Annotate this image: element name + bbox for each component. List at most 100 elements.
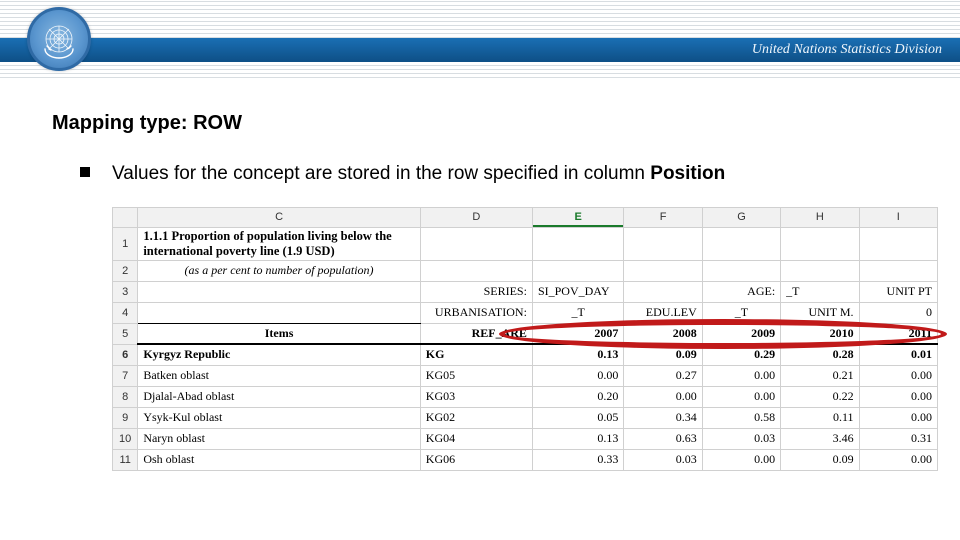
value-cell[interactable]: 0.00 (532, 365, 623, 386)
value-cell[interactable]: 0.22 (781, 386, 859, 407)
area-name[interactable]: Djalal-Abad oblast (138, 386, 420, 407)
value-cell[interactable]: 0.03 (624, 449, 702, 470)
col-header-D[interactable]: D (420, 207, 532, 227)
area-code[interactable]: KG06 (420, 449, 532, 470)
cell[interactable] (859, 260, 937, 281)
value-cell[interactable]: 0.11 (781, 407, 859, 428)
bullet-text: Values for the concept are stored in the… (112, 161, 725, 187)
row-number[interactable]: 11 (113, 449, 138, 470)
row-number[interactable]: 5 (113, 323, 138, 344)
edulev-label[interactable]: EDU.LEV (624, 302, 702, 323)
value-cell[interactable]: 0.03 (702, 428, 780, 449)
cell[interactable] (624, 281, 702, 302)
value-cell[interactable]: 0.01 (859, 344, 937, 365)
value-cell[interactable]: 3.46 (781, 428, 859, 449)
edulev-value[interactable]: _T (702, 302, 780, 323)
year-2011[interactable]: 2011 (859, 323, 937, 344)
row-number[interactable]: 10 (113, 428, 138, 449)
cell[interactable] (532, 260, 623, 281)
value-cell[interactable]: 0.29 (702, 344, 780, 365)
value-cell[interactable]: 0.00 (702, 449, 780, 470)
cell[interactable] (532, 227, 623, 260)
unitm-value[interactable]: 0 (859, 302, 937, 323)
area-code[interactable]: KG05 (420, 365, 532, 386)
cell[interactable] (781, 227, 859, 260)
spreadsheet: C D E F G H I 1 1.1.1 Proportion of popu… (112, 207, 938, 471)
unitm-label[interactable]: UNIT M. (781, 302, 859, 323)
value-cell[interactable]: 0.27 (624, 365, 702, 386)
row-number[interactable]: 8 (113, 386, 138, 407)
value-cell[interactable]: 0.13 (532, 428, 623, 449)
urbanisation-value[interactable]: _T (532, 302, 623, 323)
value-cell[interactable]: 0.00 (859, 449, 937, 470)
urbanisation-label[interactable]: URBANISATION: (420, 302, 532, 323)
row-number[interactable]: 9 (113, 407, 138, 428)
area-name[interactable]: Naryn oblast (138, 428, 420, 449)
col-header-C[interactable]: C (138, 207, 420, 227)
items-header[interactable]: Items (138, 323, 420, 344)
cell[interactable] (138, 281, 420, 302)
row-number[interactable]: 4 (113, 302, 138, 323)
slide-body: Mapping type: ROW Values for the concept… (0, 78, 960, 471)
value-cell[interactable]: 0.63 (624, 428, 702, 449)
series-value[interactable]: SI_POV_DAY (532, 281, 623, 302)
value-cell[interactable]: 0.28 (781, 344, 859, 365)
area-code[interactable]: KG (420, 344, 532, 365)
row-number[interactable]: 6 (113, 344, 138, 365)
cell[interactable] (624, 260, 702, 281)
unit-pt[interactable]: UNIT PT (859, 281, 937, 302)
row-number[interactable]: 3 (113, 281, 138, 302)
col-header-E[interactable]: E (532, 207, 623, 227)
cell[interactable] (420, 260, 532, 281)
value-cell[interactable]: 0.33 (532, 449, 623, 470)
value-cell[interactable]: 0.00 (859, 365, 937, 386)
ref-area-header[interactable]: REF_ARE (420, 323, 532, 344)
area-name[interactable]: Osh oblast (138, 449, 420, 470)
value-cell[interactable]: 0.00 (624, 386, 702, 407)
year-2007[interactable]: 2007 (532, 323, 623, 344)
row-number[interactable]: 7 (113, 365, 138, 386)
value-cell[interactable]: 0.34 (624, 407, 702, 428)
value-cell[interactable]: 0.58 (702, 407, 780, 428)
col-header-G[interactable]: G (702, 207, 780, 227)
year-2008[interactable]: 2008 (624, 323, 702, 344)
cell[interactable] (420, 227, 532, 260)
value-cell[interactable]: 0.21 (781, 365, 859, 386)
age-value[interactable]: _T (781, 281, 859, 302)
year-2009[interactable]: 2009 (702, 323, 780, 344)
cell[interactable] (624, 227, 702, 260)
value-cell[interactable]: 0.05 (532, 407, 623, 428)
age-label[interactable]: AGE: (702, 281, 780, 302)
select-all-corner[interactable] (113, 207, 138, 227)
value-cell[interactable]: 0.00 (859, 407, 937, 428)
value-cell[interactable]: 0.20 (532, 386, 623, 407)
area-code[interactable]: KG03 (420, 386, 532, 407)
cell[interactable] (859, 227, 937, 260)
indicator-title-line1[interactable]: 1.1.1 Proportion of population living be… (138, 227, 420, 260)
area-code[interactable]: KG04 (420, 428, 532, 449)
col-header-F[interactable]: F (624, 207, 702, 227)
row-number[interactable]: 2 (113, 260, 138, 281)
spreadsheet-wrap: C D E F G H I 1 1.1.1 Proportion of popu… (112, 207, 952, 471)
cell[interactable] (781, 260, 859, 281)
cell[interactable] (138, 302, 420, 323)
area-name[interactable]: Kyrgyz Republic (138, 344, 420, 365)
value-cell[interactable]: 0.13 (532, 344, 623, 365)
value-cell[interactable]: 0.09 (624, 344, 702, 365)
area-name[interactable]: Batken oblast (138, 365, 420, 386)
year-2010[interactable]: 2010 (781, 323, 859, 344)
series-label[interactable]: SERIES: (420, 281, 532, 302)
cell[interactable] (702, 260, 780, 281)
indicator-subtitle[interactable]: (as a per cent to number of population) (138, 260, 420, 281)
cell[interactable] (702, 227, 780, 260)
value-cell[interactable]: 0.09 (781, 449, 859, 470)
row-number[interactable]: 1 (113, 227, 138, 260)
area-code[interactable]: KG02 (420, 407, 532, 428)
col-header-H[interactable]: H (781, 207, 859, 227)
col-header-I[interactable]: I (859, 207, 937, 227)
value-cell[interactable]: 0.00 (859, 386, 937, 407)
value-cell[interactable]: 0.31 (859, 428, 937, 449)
value-cell[interactable]: 0.00 (702, 386, 780, 407)
value-cell[interactable]: 0.00 (702, 365, 780, 386)
area-name[interactable]: Ysyk-Kul oblast (138, 407, 420, 428)
